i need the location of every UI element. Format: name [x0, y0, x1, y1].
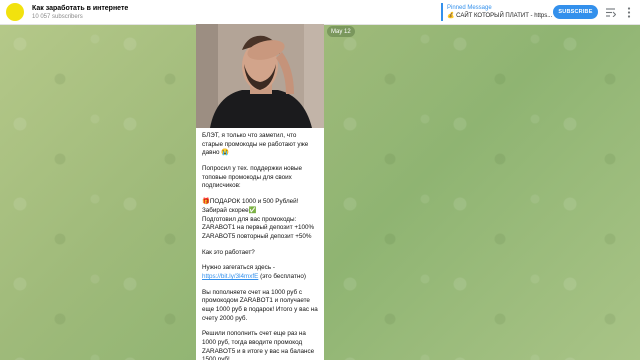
subscriber-count: 10 057 subscribers	[32, 13, 83, 20]
channel-post: БЛЭТ, я только что заметил, что старые п…	[196, 24, 324, 360]
filter-icon[interactable]	[604, 5, 618, 19]
post-paragraph: БЛЭТ, я только что заметил, что старые п…	[202, 132, 309, 157]
subscribe-button[interactable]: SUBSCRIBE	[553, 5, 598, 19]
post-paragraph: Попросил у тех. поддержки новые топовые …	[202, 165, 302, 190]
register-label: Нужно загегаться здесь -	[202, 264, 275, 272]
promo-line: Забирай скорее✅	[202, 206, 257, 214]
date-badge: May 12	[327, 26, 355, 37]
register-link[interactable]: https://bit.ly/3l4mxfE	[202, 273, 258, 280]
pinned-message[interactable]: Pinned Message 💰 САЙТ КОТОРЫЙ ПЛАТИТ - h…	[441, 3, 555, 21]
post-text: БЛЭТ, я только что заметил, что старые п…	[196, 128, 324, 360]
post-paragraph: Решили пополнить счет еще раз на 1000 ру…	[202, 330, 315, 360]
post-photo[interactable]	[196, 24, 324, 128]
promo-line: ZARABOT1 на первый депозит +100%	[202, 224, 315, 232]
channel-title: Как заработать в интернете	[32, 4, 129, 12]
man-facepalm-image	[196, 24, 324, 128]
register-block: Нужно загегаться здесь - https://bit.ly/…	[202, 264, 318, 281]
promo-line: ZARABOT5 повторный депозит +50%	[202, 232, 312, 240]
promo-line: 🎁ПОДАРОК 1000 и 500 Рублей!	[202, 198, 299, 206]
post-paragraph: Как это работает?	[202, 248, 255, 256]
promo-block: 🎁ПОДАРОК 1000 и 500 Рублей! Забирай скор…	[202, 198, 318, 241]
pinned-text: 💰 САЙТ КОТОРЫЙ ПЛАТИТ - https...	[447, 13, 553, 19]
pinned-label: Pinned Message	[447, 5, 492, 11]
channel-avatar[interactable]	[6, 3, 24, 21]
channel-info[interactable]: Как заработать в интернете 10 057 subscr…	[32, 5, 182, 20]
post-paragraph: Вы пополняете счет на 1000 руб с промоко…	[202, 288, 318, 322]
promo-line: Подготовил для вас промокоды:	[202, 215, 297, 223]
register-note: (это бесплатно)	[258, 272, 306, 280]
more-icon[interactable]	[622, 5, 636, 19]
chat-header: Как заработать в интернете 10 057 subscr…	[0, 0, 640, 25]
